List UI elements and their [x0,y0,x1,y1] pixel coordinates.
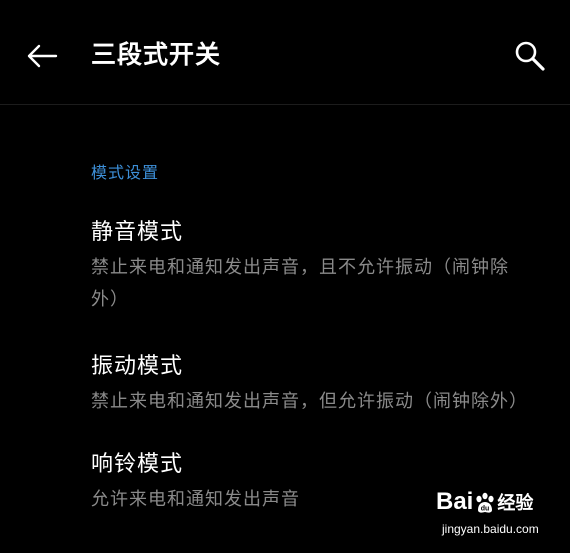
option-title: 静音模式 [91,220,184,245]
option-description: 禁止来电和通知发出声音，但允许振动（闹钟除外） [91,391,528,412]
back-button[interactable] [22,36,62,76]
option-vibrate-mode[interactable]: 振动模式 禁止来电和通知发出声音，但允许振动（闹钟除外） [0,352,570,412]
baidu-jingyan-watermark: Bai du 经验 jingyan.baidu.com [436,488,566,550]
option-silent-mode[interactable]: 静音模式 禁止来电和通知发出声音，且不允许振动（闹钟除外） [0,218,570,318]
option-title: 振动模式 [91,354,184,379]
search-icon [515,41,545,71]
search-button[interactable] [510,36,550,76]
option-description: 禁止来电和通知发出声音，且不允许振动（闹钟除外） [91,257,509,310]
watermark-domain: jingyan.baidu.com [442,522,539,536]
top-app-bar: 三段式开关 [0,0,570,105]
watermark-logo: Bai du 经验 [436,488,533,517]
svg-text:du: du [481,505,490,512]
watermark-brand-right: 经验 [497,493,534,513]
paw-icon: du [476,492,494,513]
page-title: 三段式开关 [91,40,222,69]
watermark-brand-left: Bai [436,488,474,515]
arrow-left-icon [27,44,58,68]
section-header-mode-settings: 模式设置 [91,163,160,182]
option-title: 响铃模式 [91,452,184,477]
